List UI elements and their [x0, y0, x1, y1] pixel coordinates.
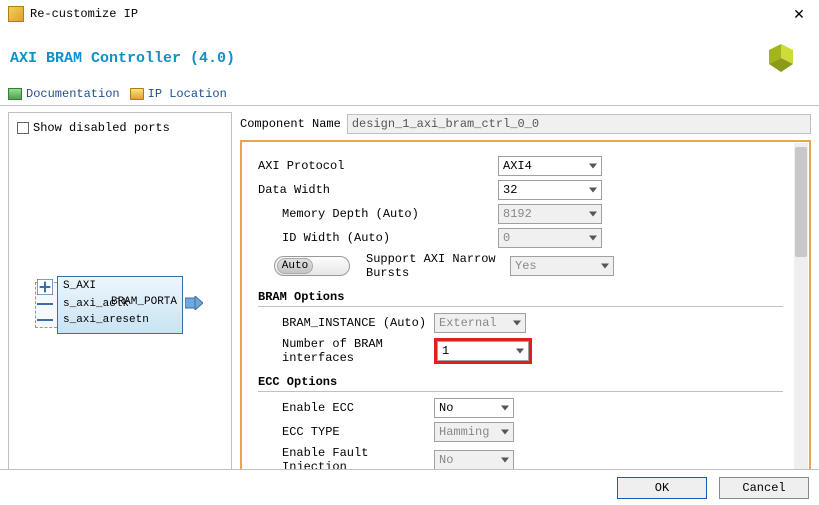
value-narrow-bursts: Yes	[515, 259, 537, 273]
ports-pane: Show disabled ports S_AXI s_axi_aclk s_a…	[8, 112, 232, 480]
row-ecc-type: ECC TYPE Hamming	[274, 422, 803, 442]
chevron-down-icon	[601, 264, 609, 269]
chevron-down-icon	[513, 321, 521, 326]
highlighted-selection: 1	[434, 338, 532, 364]
label-bram-interfaces: Number of BRAM interfaces	[274, 337, 434, 365]
chevron-down-icon	[501, 406, 509, 411]
bus-port-icon	[185, 296, 203, 310]
scrollbar-thumb[interactable]	[795, 147, 807, 257]
label-axi-protocol: AXI Protocol	[258, 159, 498, 173]
pin-s-axi-aresetn: s_axi_aresetn	[63, 314, 149, 326]
ip-block: S_AXI s_axi_aclk s_axi_aresetn BRAM_PORT…	[35, 270, 205, 340]
row-bram-interfaces: Number of BRAM interfaces 1	[274, 337, 803, 365]
config-pane: Component Name AXI Protocol AXI4 Data Wi…	[240, 112, 811, 480]
chevron-down-icon	[501, 430, 509, 435]
main-area: Show disabled ports S_AXI s_axi_aclk s_a…	[0, 106, 819, 486]
select-axi-protocol[interactable]: AXI4	[498, 156, 602, 176]
vendor-logo-icon	[761, 38, 801, 78]
show-disabled-ports-checkbox[interactable]: Show disabled ports	[15, 119, 225, 137]
close-button[interactable]: ✕	[787, 2, 811, 26]
divider	[258, 391, 783, 392]
label-data-width: Data Width	[258, 183, 498, 197]
select-bram-interfaces[interactable]: 1	[437, 341, 529, 361]
row-data-width: Data Width 32	[258, 180, 803, 200]
checkbox-icon	[17, 122, 29, 134]
toolbar: Documentation IP Location	[0, 82, 819, 106]
row-bram-instance: BRAM_INSTANCE (Auto) External	[274, 313, 803, 333]
ip-title-row: AXI BRAM Controller (4.0)	[0, 28, 819, 82]
documentation-label: Documentation	[26, 87, 120, 101]
value-id-width: 0	[503, 231, 510, 245]
toggle-auto[interactable]: Auto	[274, 256, 350, 276]
cancel-button[interactable]: Cancel	[719, 477, 809, 499]
ip-config-panel: AXI Protocol AXI4 Data Width 32 Memory D…	[240, 140, 811, 480]
component-name-label: Component Name	[240, 117, 341, 131]
bus-expand-icon[interactable]	[37, 281, 53, 293]
row-memory-depth: Memory Depth (Auto) 8192	[274, 204, 803, 224]
select-fault-injection: No	[434, 450, 514, 470]
footer: OK Cancel	[0, 469, 819, 505]
row-enable-ecc: Enable ECC No	[274, 398, 803, 418]
toggle-knob: Auto	[277, 258, 313, 274]
chevron-down-icon	[589, 164, 597, 169]
label-memory-depth: Memory Depth (Auto)	[274, 207, 498, 221]
chevron-down-icon	[501, 458, 509, 463]
select-bram-instance: External	[434, 313, 526, 333]
value-ecc-type: Hamming	[439, 425, 489, 439]
select-data-width[interactable]: 32	[498, 180, 602, 200]
window-icon	[8, 6, 24, 22]
block-diagram: S_AXI s_axi_aclk s_axi_aresetn BRAM_PORT…	[15, 137, 225, 473]
pin-stub-icon	[37, 319, 53, 321]
select-enable-ecc[interactable]: No	[434, 398, 514, 418]
ip-location-link[interactable]: IP Location	[130, 87, 227, 101]
label-bram-instance: BRAM_INSTANCE (Auto)	[274, 316, 434, 330]
value-memory-depth: 8192	[503, 207, 532, 221]
select-id-width: 0	[498, 228, 602, 248]
label-narrow-bursts: Support AXI Narrow Bursts	[358, 252, 510, 280]
label-enable-ecc: Enable ECC	[274, 401, 434, 415]
value-fault-injection: No	[439, 453, 453, 467]
value-enable-ecc: No	[439, 401, 453, 415]
value-bram-instance: External	[439, 316, 497, 330]
window-title: Re-customize IP	[30, 7, 787, 21]
documentation-icon	[8, 88, 22, 100]
show-disabled-label: Show disabled ports	[33, 121, 170, 135]
chevron-down-icon	[589, 236, 597, 241]
chevron-down-icon	[589, 212, 597, 217]
scrollbar[interactable]	[794, 143, 808, 477]
value-axi-protocol: AXI4	[503, 159, 532, 173]
folder-icon	[130, 88, 144, 100]
row-narrow-bursts: Auto Support AXI Narrow Bursts Yes	[274, 252, 803, 280]
component-name-field[interactable]	[347, 114, 811, 134]
row-axi-protocol: AXI Protocol AXI4	[258, 156, 803, 176]
titlebar: Re-customize IP ✕	[0, 0, 819, 28]
divider	[258, 306, 783, 307]
select-ecc-type: Hamming	[434, 422, 514, 442]
ecc-options-header: ECC Options	[258, 375, 803, 389]
value-data-width: 32	[503, 183, 517, 197]
component-name-row: Component Name	[240, 112, 811, 140]
ip-title: AXI BRAM Controller (4.0)	[10, 50, 235, 67]
row-id-width: ID Width (Auto) 0	[274, 228, 803, 248]
pin-stub-icon	[37, 303, 53, 305]
pin-bram-porta: BRAM_PORTA	[111, 296, 177, 308]
ip-location-label: IP Location	[148, 87, 227, 101]
select-memory-depth: 8192	[498, 204, 602, 224]
chevron-down-icon	[589, 188, 597, 193]
bram-options-header: BRAM Options	[258, 290, 803, 304]
value-bram-interfaces: 1	[442, 344, 449, 358]
select-narrow-bursts: Yes	[510, 256, 614, 276]
ok-button[interactable]: OK	[617, 477, 707, 499]
documentation-link[interactable]: Documentation	[8, 87, 120, 101]
pin-s-axi: S_AXI	[63, 280, 96, 292]
label-ecc-type: ECC TYPE	[274, 425, 434, 439]
chevron-down-icon	[516, 349, 524, 354]
label-id-width: ID Width (Auto)	[274, 231, 498, 245]
